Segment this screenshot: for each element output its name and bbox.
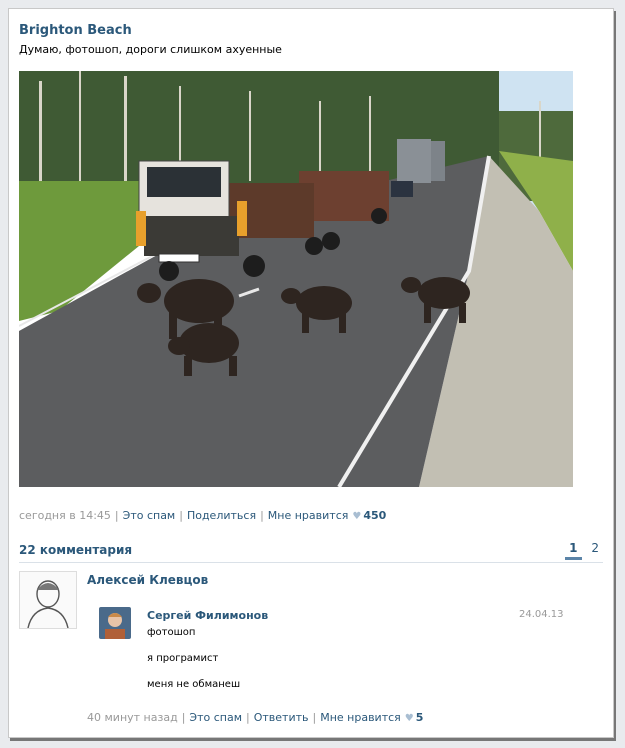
heart-icon[interactable]: ♥ [405,713,414,724]
reply-line: я програмист [147,653,219,664]
separator: | [246,711,250,724]
post-card: Brighton Beach Думаю, фотошоп, дороги сл… [8,8,614,738]
comment-author-link[interactable]: Алексей Клевцов [87,573,208,587]
reply-date: 24.04.13 [519,609,564,620]
reply-author-link[interactable]: Сергей Филимонов [147,609,268,622]
heart-icon[interactable]: ♥ [352,511,361,522]
comments-pager: 1 2 [565,541,599,560]
separator: | [114,509,119,522]
divider [19,562,603,563]
separator: | [312,711,317,724]
likes-count: 5 [415,711,424,724]
spam-link[interactable]: Это спам [189,711,242,724]
post-author-link[interactable]: Brighton Beach [19,23,132,38]
photo-illustration [19,71,573,487]
like-link[interactable]: Мне нравится [268,509,349,522]
post-meta: сегодня в 14:45 | Это спам | Поделиться | Мне … [19,509,386,522]
user-photo-icon [99,607,131,639]
avatar[interactable] [19,571,77,629]
separator: | [260,509,264,522]
comment-meta: 40 минут назад | Это спам | Ответить | Мне нра… [87,711,423,724]
reply-line: фотошоп [147,627,196,638]
avatar[interactable] [99,607,131,639]
spam-link[interactable]: Это спам [123,509,176,522]
reply-link[interactable]: Ответить [254,711,309,724]
post-text: Думаю, фотошоп, дороги слишком ахуенные [19,43,282,56]
likes-count: 450 [363,509,387,522]
reply-line: меня не обманеш [147,679,241,690]
comment-time: 40 минут назад [87,711,178,724]
separator: | [181,711,186,724]
share-link[interactable]: Поделиться [187,509,256,522]
page-1-link[interactable]: 1 [565,541,582,560]
separator: | [179,509,183,522]
like-link[interactable]: Мне нравится [320,711,401,724]
user-portrait-icon [20,572,76,629]
post-time: сегодня в 14:45 [19,509,111,522]
post-photo[interactable] [19,71,573,487]
comments-count[interactable]: 22 комментария [19,543,132,557]
page-2-link[interactable]: 2 [591,541,599,555]
